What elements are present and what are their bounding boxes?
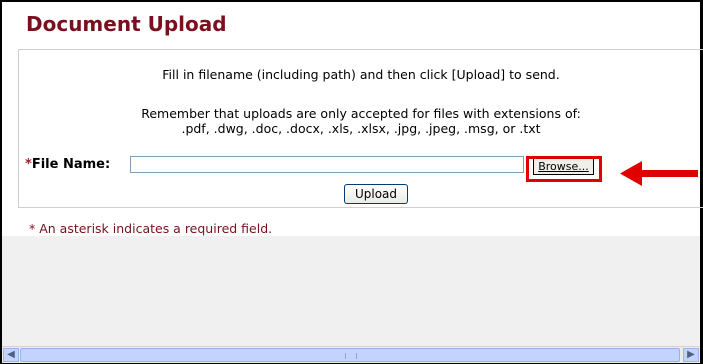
empty-content-area xyxy=(2,236,700,346)
scrollbar-thumb[interactable] xyxy=(20,348,680,362)
required-field-note: * An asterisk indicates a required field… xyxy=(29,221,273,236)
instruction-text: Fill in filename (including path) and th… xyxy=(162,67,560,82)
highlight-box xyxy=(526,156,602,182)
file-name-label: *File Name: xyxy=(25,157,110,172)
page-title: Document Upload xyxy=(26,12,227,36)
scrollbar-grip xyxy=(345,353,357,359)
upload-button[interactable]: Upload xyxy=(344,184,408,204)
extension-note: Remember that uploads are only accepted … xyxy=(141,106,581,121)
arrow-right-icon[interactable]: ▶ xyxy=(683,348,699,362)
extension-list: .pdf, .dwg, .doc, .docx, .xls, .xlsx, .j… xyxy=(181,121,541,136)
arrow-left-icon[interactable]: ◀ xyxy=(3,348,19,362)
pointer-arrow-icon xyxy=(620,161,698,186)
file-name-input[interactable] xyxy=(130,156,524,173)
file-name-label-text: File Name: xyxy=(31,157,111,172)
required-marker: * xyxy=(25,157,32,172)
horizontal-scrollbar[interactable]: ◀ ▶ xyxy=(2,346,700,363)
